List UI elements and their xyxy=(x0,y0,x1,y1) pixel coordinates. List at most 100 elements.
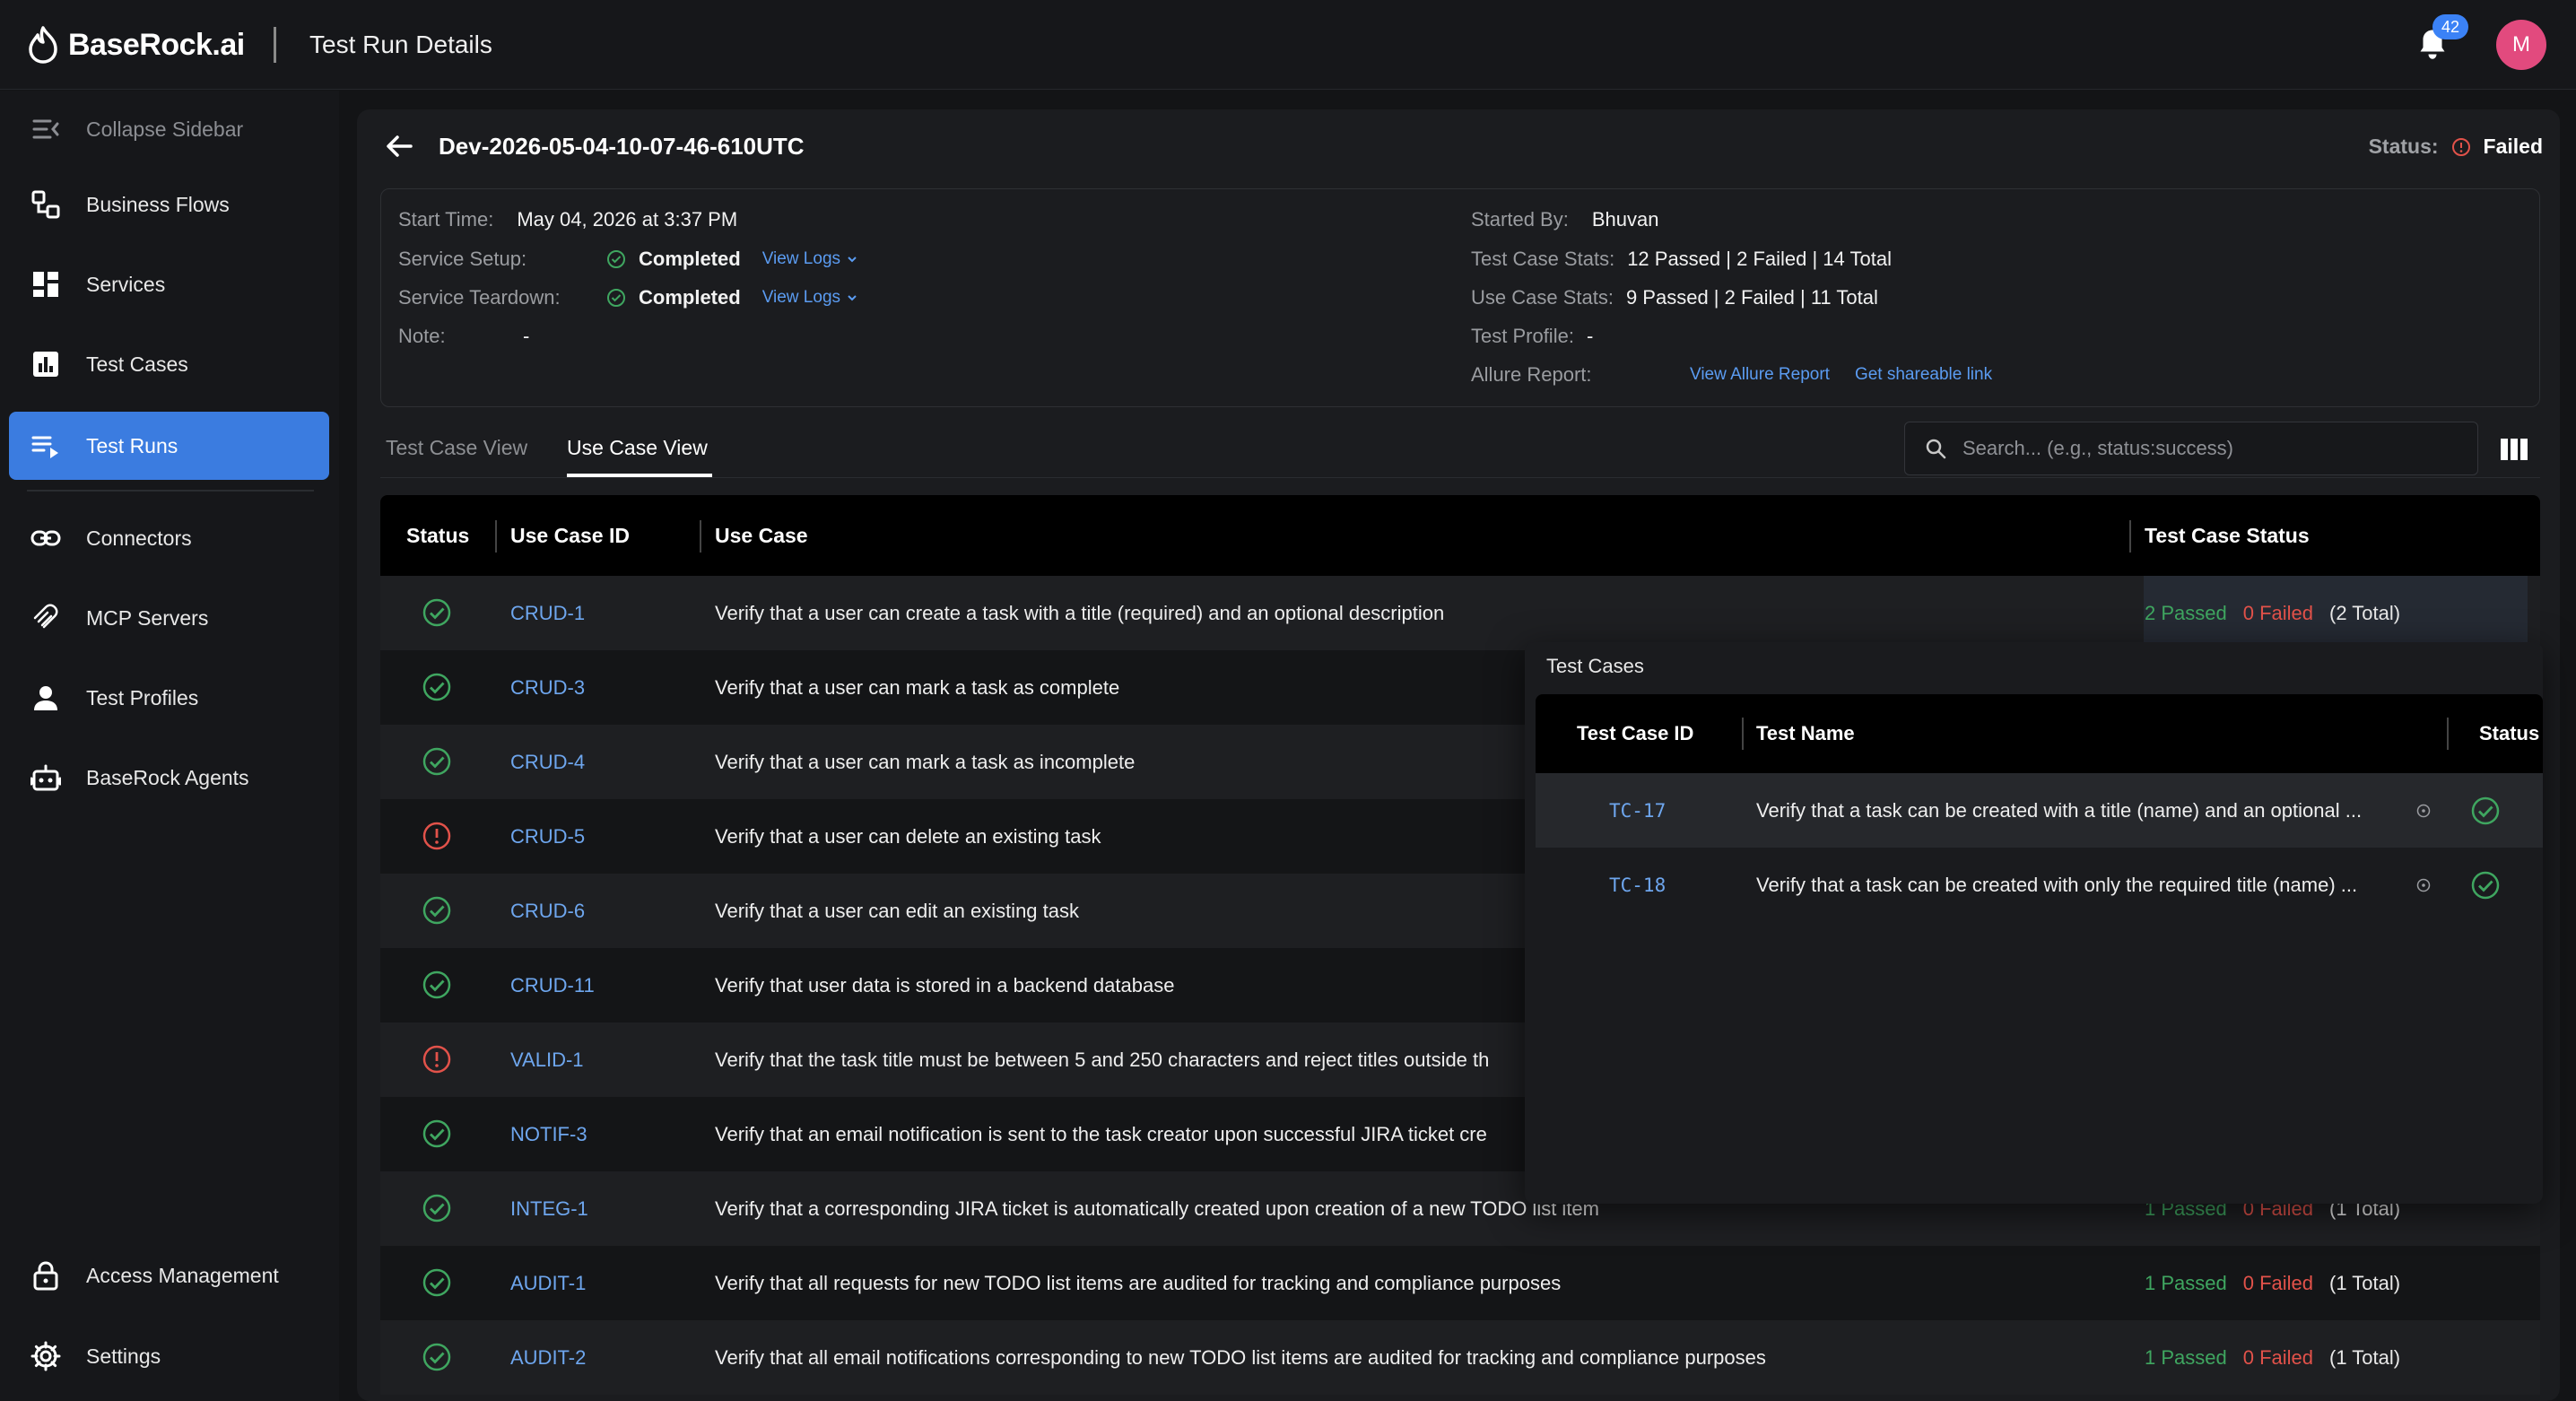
passed-status-icon xyxy=(422,1343,451,1371)
header-use-case: Use Case xyxy=(715,524,808,547)
test-case-id-link[interactable]: TC-18 xyxy=(1609,848,1666,923)
test-cases-icon xyxy=(33,352,58,377)
table-row[interactable]: CRUD-1 Verify that a user can create a ta… xyxy=(380,576,2540,650)
view-allure-report-link[interactable]: View Allure Report xyxy=(1690,365,1830,385)
sidebar-item-services[interactable]: Services xyxy=(9,250,329,318)
test-runs-icon xyxy=(31,436,58,458)
brand-name: BaseRock.ai xyxy=(68,27,245,62)
sidebar-item-settings[interactable]: Settings xyxy=(9,1322,329,1390)
use-case-stats-value: 9 Passed | 2 Failed | 11 Total xyxy=(1625,286,1878,309)
robot-icon xyxy=(30,764,61,791)
collapse-sidebar-icon xyxy=(32,119,59,139)
passed-status-icon xyxy=(422,896,451,925)
chevron-down-icon xyxy=(848,295,857,301)
setup-view-logs-link[interactable]: View Logs xyxy=(762,249,858,269)
passed-count: 2 Passed xyxy=(2145,602,2227,624)
get-shareable-link[interactable]: Get shareable link xyxy=(1855,365,1992,385)
passed-count: 1 Passed xyxy=(2145,1272,2227,1294)
use-case-id-link[interactable]: AUDIT-2 xyxy=(510,1320,586,1395)
search-input[interactable] xyxy=(1962,437,2465,460)
column-divider xyxy=(700,520,701,553)
sidebar-item-connectors[interactable]: Connectors xyxy=(9,504,329,572)
sidebar-divider xyxy=(27,490,314,492)
sidebar-item-test-runs[interactable]: Test Runs xyxy=(9,412,329,480)
tab-test-case-view[interactable]: Test Case View xyxy=(386,436,527,460)
test-case-stats-label: Test Case Stats: xyxy=(1471,248,1615,270)
allure-report-row: Allure Report: View Allure Report Get sh… xyxy=(1471,363,1992,387)
popover-row[interactable]: TC-18 Verify that a task can be created w… xyxy=(1536,848,2543,923)
column-divider xyxy=(495,520,497,553)
test-profile-row: Test Profile: - xyxy=(1471,325,1593,348)
use-case-id-link[interactable]: AUDIT-1 xyxy=(510,1246,586,1320)
use-case-id-link[interactable]: VALID-1 xyxy=(510,1022,584,1097)
use-case-id-link[interactable]: CRUD-11 xyxy=(510,948,595,1022)
popover-title: Test Cases xyxy=(1546,655,1644,677)
sidebar-item-label: BaseRock Agents xyxy=(86,765,249,789)
column-divider xyxy=(2447,718,2449,750)
sidebar-item-mcp-servers[interactable]: MCP Servers xyxy=(9,584,329,652)
teardown-view-logs-link[interactable]: View Logs xyxy=(762,288,858,308)
notification-badge: 42 xyxy=(2432,14,2468,39)
test-case-stats-value: 12 Passed | 2 Failed | 14 Total xyxy=(1627,248,1892,270)
use-case-id-link[interactable]: CRUD-4 xyxy=(510,725,585,799)
use-case-id-link[interactable]: NOTIF-3 xyxy=(510,1097,587,1171)
sidebar-item-label: Test Runs xyxy=(86,433,178,457)
table-row[interactable]: AUDIT-2 Verify that all email notificatio… xyxy=(380,1320,2540,1395)
total-count: (2 Total) xyxy=(2329,602,2401,624)
back-arrow-icon[interactable] xyxy=(384,131,414,161)
column-divider xyxy=(2129,520,2131,553)
sidebar-item-baserock-agents[interactable]: BaseRock Agents xyxy=(9,744,329,812)
sidebar-item-test-cases[interactable]: Test Cases xyxy=(9,330,329,398)
popover-row[interactable]: TC-17 Verify that a task can be created w… xyxy=(1536,773,2543,848)
note-label: Note: xyxy=(398,325,446,347)
service-setup-label: Service Setup: xyxy=(398,248,527,270)
sidebar-item-test-profiles[interactable]: Test Profiles xyxy=(9,664,329,732)
view-logs-label: View Logs xyxy=(761,288,841,307)
test-case-status-cell[interactable]: 1 Passed 0 Failed (1 Total) xyxy=(2145,1320,2400,1395)
table-row[interactable]: AUDIT-1 Verify that all requests for new … xyxy=(380,1246,2540,1320)
use-case-id-link[interactable]: CRUD-3 xyxy=(510,650,585,725)
chevron-down-icon xyxy=(848,257,857,263)
info-icon[interactable] xyxy=(2416,804,2431,818)
service-teardown-label: Service Teardown: xyxy=(398,286,561,309)
user-icon xyxy=(34,686,57,710)
passed-status-icon xyxy=(422,747,451,776)
brand-logo[interactable]: BaseRock.ai xyxy=(27,23,245,66)
start-time-label: Start Time: xyxy=(398,208,494,231)
collapse-sidebar-button[interactable]: Collapse Sidebar xyxy=(9,95,329,163)
table-header: Status Use Case ID Use Case Test Case St… xyxy=(380,495,2540,576)
column-divider xyxy=(1742,718,1744,750)
failed-status-icon xyxy=(2451,137,2470,156)
start-time-value: May 04, 2026 at 3:37 PM xyxy=(517,208,738,231)
status-label: Status: xyxy=(2368,135,2439,158)
link-icon xyxy=(30,530,61,546)
sidebar-item-business-flows[interactable]: Business Flows xyxy=(9,170,329,239)
tab-use-case-view[interactable]: Use Case View xyxy=(567,436,708,460)
header-status: Status xyxy=(406,524,470,547)
avatar[interactable]: M xyxy=(2496,20,2546,70)
popover-table-header: Test Case ID Test Name Status xyxy=(1536,694,2543,773)
passed-status-icon xyxy=(422,598,451,627)
passed-status-icon xyxy=(2471,871,2500,900)
columns-icon[interactable] xyxy=(2499,434,2529,465)
service-setup-value: Completed xyxy=(639,248,741,270)
use-case-description: Verify that a user can create a task wit… xyxy=(715,602,1445,624)
test-case-id-link[interactable]: TC-17 xyxy=(1609,773,1666,848)
info-icon[interactable] xyxy=(2416,878,2431,892)
failed-count: 0 Failed xyxy=(2242,1346,2314,1369)
sidebar-item-access-management[interactable]: Access Management xyxy=(9,1241,329,1310)
sidebar-item-label: Services xyxy=(86,272,166,296)
use-case-id-link[interactable]: CRUD-6 xyxy=(510,874,585,948)
use-case-id-link[interactable]: CRUD-5 xyxy=(510,799,585,874)
tabs-divider xyxy=(380,477,2540,478)
header-popover-status: Status xyxy=(2479,722,2540,744)
use-case-id-link[interactable]: CRUD-1 xyxy=(510,576,585,650)
top-bar: BaseRock.ai Test Run Details 42 M xyxy=(0,0,2576,90)
test-case-status-cell[interactable]: 2 Passed 0 Failed (2 Total) xyxy=(2145,576,2400,650)
note-row: Note: - xyxy=(398,325,529,348)
allure-report-label: Allure Report: xyxy=(1471,363,1592,386)
use-case-id-link[interactable]: INTEG-1 xyxy=(510,1171,588,1246)
test-case-status-cell[interactable]: 1 Passed 0 Failed (1 Total) xyxy=(2145,1246,2400,1320)
passed-status-icon xyxy=(422,1194,451,1223)
started-by-row: Started By: Bhuvan xyxy=(1471,208,1658,231)
